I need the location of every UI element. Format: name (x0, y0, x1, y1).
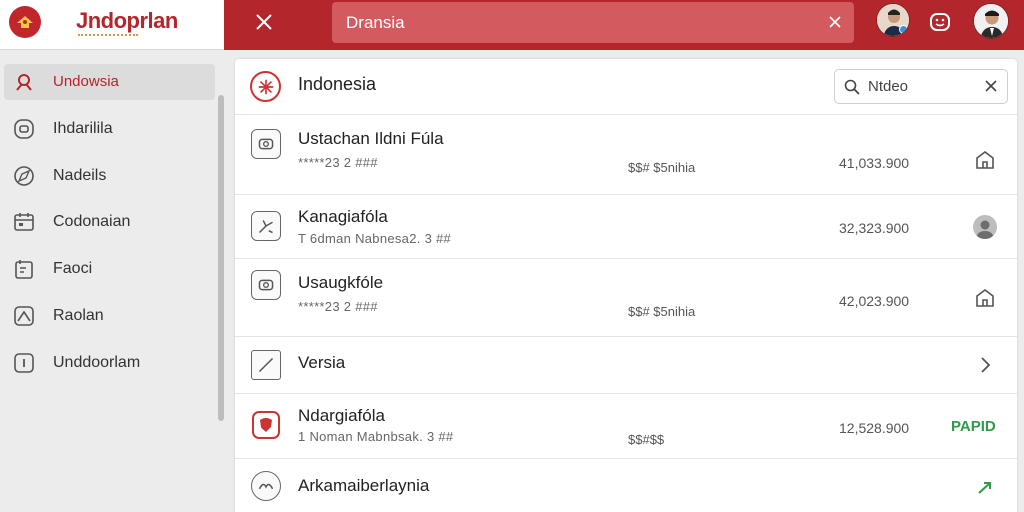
document-icon (13, 258, 35, 280)
sidebar-item-label: Undowsia (53, 73, 119, 90)
row-subtitle: *****23 2 ### (298, 155, 378, 170)
smiley-icon[interactable] (929, 11, 951, 33)
camera-icon (251, 129, 281, 159)
clear-filter-icon[interactable] (983, 78, 999, 94)
sidebar-item-label: Unddoorlam (53, 354, 141, 371)
sidebar-scrollbar[interactable] (218, 95, 224, 421)
sidebar-item-label: Raolan (53, 307, 104, 324)
row-subtitle: 1 Noman Mabnbsak. 3 ## (298, 429, 454, 444)
sidebar-item-nadeils[interactable]: Nadeils (4, 158, 215, 194)
list-item[interactable]: Ustachan Ildni Fúla *****23 2 ### $$# $5… (235, 115, 1017, 195)
calendar-icon (13, 211, 35, 233)
row-amount: 42,023.900 (839, 293, 910, 309)
status-badge: PAPID (951, 418, 996, 435)
row-amount: 41,033.900 (839, 155, 910, 171)
profile-avatar[interactable] (973, 3, 1009, 39)
list-item[interactable]: Versia (235, 337, 1017, 394)
clear-icon[interactable] (826, 13, 844, 31)
row-subtitle: *****23 2 ### (298, 299, 378, 314)
row-meta: $$# $5nihia (628, 160, 696, 175)
row-title: Ndargiafóla (298, 406, 385, 425)
row-title: Kanagiafóla (298, 207, 388, 226)
square-icon (13, 352, 35, 374)
sidebar: Undowsia Ihdarilila Nadeils Codonaian Fa… (0, 50, 224, 512)
top-search-input[interactable] (332, 2, 812, 43)
close-icon[interactable] (252, 10, 276, 34)
sidebar-item-raolan[interactable]: Raolan (4, 298, 215, 334)
list-item[interactable]: Usaugkfóle *****23 2 ### $$# $5nihia 42,… (235, 259, 1017, 337)
app-title: Jndoprlan (76, 8, 178, 33)
sidebar-item-label: Ihdarilila (53, 120, 113, 137)
list-item[interactable]: Arkamaiberlaynia (235, 459, 1017, 512)
main-panel: Indonesia Ustachan Ildni Fúla *****23 2 … (235, 59, 1017, 512)
sidebar-item-label: Faoci (53, 260, 93, 277)
brand-panel: Jndoprlan (0, 0, 224, 50)
row-title: Versia (298, 353, 346, 372)
chevron-right-icon[interactable] (973, 353, 997, 377)
camera-icon (251, 270, 281, 300)
sidebar-item-codonaian[interactable]: Codonaian (4, 204, 215, 240)
asterisk-icon (250, 71, 281, 102)
sidebar-item-label: Nadeils (53, 167, 107, 184)
sidebar-item-undowsia[interactable]: Undowsia (4, 64, 215, 100)
list-item[interactable]: Ndargiafóla 1 Noman Mabnbsak. 3 ## $$#$$… (235, 394, 1017, 459)
home-icon[interactable] (973, 286, 997, 310)
filter-box (834, 69, 1008, 104)
compass-icon (13, 165, 35, 187)
row-title: Ustachan Ildni Fúla (298, 129, 444, 148)
brand-decoration (78, 34, 138, 38)
panel-header: Indonesia (235, 59, 1017, 115)
row-meta: $$# $5nihia (628, 304, 696, 319)
row-amount: 12,528.900 (839, 420, 910, 436)
row-title: Arkamaiberlaynia (298, 476, 430, 495)
list-item[interactable]: Kanagiafóla T 6dman Nabnesa2. 3 ## 32,32… (235, 195, 1017, 259)
sidebar-item-unddoorlam[interactable]: Unddoorlam (4, 345, 215, 381)
home-icon[interactable] (973, 148, 997, 172)
top-search (332, 2, 854, 43)
row-meta: $$#$$ (628, 432, 665, 447)
filter-input[interactable] (868, 70, 978, 103)
row-amount: 32,323.900 (839, 220, 910, 236)
shield-icon (251, 410, 281, 440)
tools-icon (251, 211, 281, 241)
logo-badge-icon (251, 471, 281, 501)
logo-icon[interactable] (9, 6, 41, 38)
search-icon (843, 78, 861, 96)
online-status-icon (899, 25, 908, 34)
user-avatar[interactable] (876, 3, 910, 37)
user-avatar-icon[interactable] (973, 215, 997, 239)
badge-icon (13, 118, 35, 140)
sidebar-item-faoci[interactable]: Faoci (4, 251, 215, 287)
row-title: Usaugkfóle (298, 273, 384, 292)
pin-icon (13, 71, 35, 93)
sidebar-item-ihdarilila[interactable]: Ihdarilila (4, 111, 215, 147)
sidebar-item-label: Codonaian (53, 213, 131, 230)
row-subtitle: T 6dman Nabnesa2. 3 ## (298, 231, 452, 246)
arrow-icon[interactable] (973, 475, 997, 499)
edit-icon (251, 350, 281, 380)
page-title: Indonesia (298, 74, 377, 94)
mountain-icon (13, 305, 35, 327)
